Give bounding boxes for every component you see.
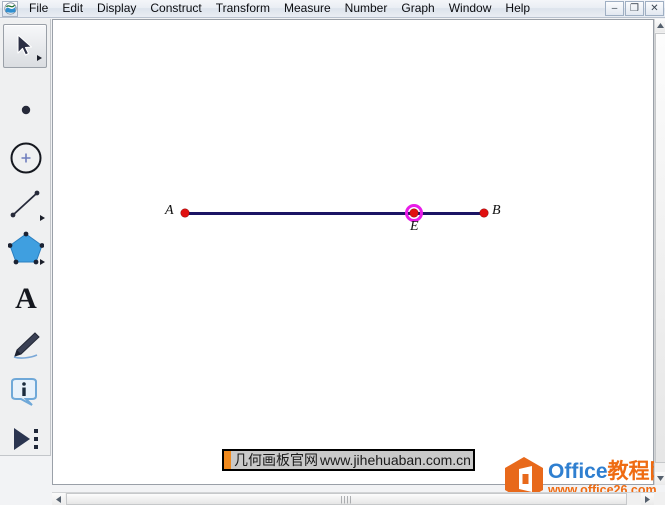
menu-bar: File Edit Display Construct Transform Me… (0, 0, 665, 18)
vertical-scrollbar[interactable] (654, 19, 665, 485)
menu-window[interactable]: Window (442, 0, 499, 17)
tool-information[interactable] (2, 370, 49, 416)
point-e[interactable] (410, 209, 418, 217)
straightedge-tool-flyout-indicator[interactable] (40, 215, 45, 221)
circle-icon (10, 142, 41, 174)
sketch-canvas-surface[interactable]: A E B 几何画板官网 www.jihehuaban.com.cn (53, 20, 641, 472)
menu-graph[interactable]: Graph (394, 0, 441, 17)
application-window: File Edit Display Construct Transform Me… (0, 0, 665, 505)
chevron-down-icon (657, 476, 664, 481)
site-watermark-url: www.jihehuaban.com.cn (320, 452, 471, 468)
point-b[interactable] (480, 209, 488, 217)
menu-display[interactable]: Display (90, 0, 143, 17)
menu-edit[interactable]: Edit (55, 0, 90, 17)
tool-palette: A (0, 19, 51, 456)
play-dots-icon (13, 428, 38, 450)
menu-transform[interactable]: Transform (209, 0, 277, 17)
horizontal-scrollbar[interactable]: |||| (52, 492, 654, 505)
arrow-cursor-icon (17, 34, 33, 56)
sketchpad-logo-icon (3, 2, 17, 15)
menu-measure[interactable]: Measure (277, 0, 338, 17)
tool-marker[interactable] (2, 322, 49, 368)
site-watermark-bar (224, 451, 231, 469)
pentagon-icon (7, 231, 44, 265)
scroll-right-button[interactable] (641, 493, 654, 505)
segment-ab[interactable] (185, 212, 484, 215)
tool-arrow-select[interactable] (3, 24, 47, 68)
segment-icon (10, 190, 39, 218)
point-a-label: A (165, 203, 174, 218)
point-e-label: E (410, 219, 419, 234)
site-watermark-cn: 几何画板官网 (234, 452, 318, 468)
tool-polygon[interactable] (2, 225, 49, 271)
scrollbar-corner (654, 492, 665, 505)
menu-file[interactable]: File (22, 0, 55, 17)
scroll-left-button[interactable] (52, 493, 65, 505)
restore-button[interactable]: ❐ (625, 1, 644, 16)
office-brand-en: Office (548, 460, 608, 483)
point-a[interactable] (181, 209, 189, 217)
horizontal-scroll-thumb[interactable]: |||| (66, 493, 627, 505)
tool-point[interactable] (2, 87, 49, 133)
menu-number[interactable]: Number (338, 0, 395, 17)
scroll-down-button[interactable] (655, 472, 665, 485)
info-bubble-icon (10, 378, 37, 406)
vertical-scroll-thumb[interactable] (655, 33, 665, 463)
scroll-up-button[interactable] (655, 19, 665, 32)
close-button[interactable]: ✕ (645, 1, 664, 16)
arrow-tool-flyout-indicator[interactable] (37, 55, 42, 61)
site-watermark: 几何画板官网 www.jihehuaban.com.cn (222, 449, 475, 471)
minimize-button[interactable]: – (605, 1, 624, 16)
polygon-tool-flyout-indicator[interactable] (40, 259, 45, 265)
scroll-thumb-grip: |||| (340, 494, 353, 504)
tool-straightedge[interactable] (2, 181, 49, 227)
window-controls: – ❐ ✕ (605, 1, 664, 16)
point-icon (21, 105, 30, 115)
sketch-canvas[interactable]: A E B 几何画板官网 www.jihehuaban.com.cn (52, 19, 654, 485)
pen-icon (13, 332, 40, 359)
chevron-up-icon (657, 23, 664, 28)
tool-custom[interactable] (2, 416, 49, 462)
tool-compass[interactable] (2, 135, 49, 181)
svg-text:A: A (15, 282, 37, 313)
letter-a-icon: A (15, 282, 37, 313)
chevron-left-icon (56, 495, 61, 503)
menu-help[interactable]: Help (498, 0, 537, 17)
app-icon[interactable] (2, 0, 18, 17)
tool-text[interactable]: A (2, 274, 49, 320)
menu-construct[interactable]: Construct (143, 0, 208, 17)
chevron-right-icon (645, 495, 650, 503)
point-b-label: B (492, 203, 501, 218)
office-brand-line: Office教程网 (548, 461, 665, 483)
